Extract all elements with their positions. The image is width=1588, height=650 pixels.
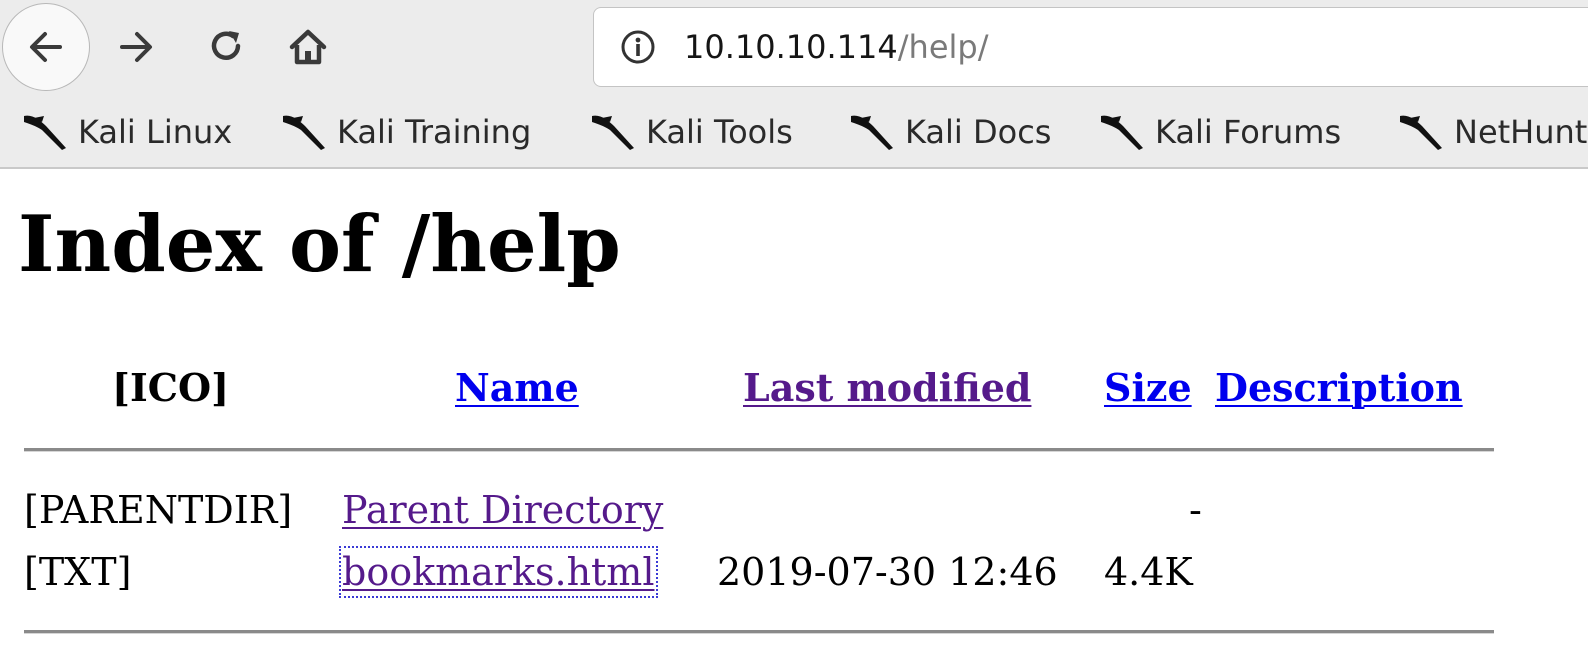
home-icon: [289, 29, 327, 65]
bookmarks-toolbar: Kali Linux Kali Training Kali Tools Kali…: [0, 99, 1588, 169]
bookmark-kali-tools[interactable]: Kali Tools: [590, 99, 793, 165]
column-header-name[interactable]: Name: [455, 365, 579, 411]
bookmark-label: NetHunter: [1454, 113, 1588, 151]
parent-directory-link[interactable]: Parent Directory: [342, 487, 663, 533]
bookmark-label: Kali Linux: [78, 113, 233, 151]
page-content: Index of /help [ICO] Name Last modified …: [0, 169, 1588, 650]
kali-dragon-icon: [851, 115, 893, 150]
column-header-last-modified[interactable]: Last modified: [743, 365, 1031, 411]
forward-button[interactable]: [108, 22, 164, 72]
url-text[interactable]: 10.10.10.114/help/: [684, 8, 988, 86]
bookmark-label: Kali Tools: [646, 113, 793, 151]
browser-window: 10.10.10.114/help/ Kali Linux Kali Train…: [0, 0, 1588, 650]
bookmark-label: Kali Forums: [1155, 113, 1342, 151]
column-header-icon: [ICO]: [112, 365, 230, 410]
bookmark-nethunter[interactable]: NetHunter: [1398, 99, 1588, 165]
bookmark-label: Kali Docs: [905, 113, 1052, 151]
page-title: Index of /help: [18, 199, 621, 290]
bookmark-kali-forums[interactable]: Kali Forums: [1099, 99, 1341, 165]
column-header-description[interactable]: Description: [1215, 365, 1463, 411]
back-button[interactable]: [2, 3, 90, 91]
row-last-modified: 2019-07-30 12:46: [717, 550, 1058, 594]
row-icon-parentdir: [PARENTDIR]: [24, 488, 293, 532]
footer-divider: [24, 630, 1494, 634]
row-size: 4.4K: [1104, 550, 1193, 594]
bookmark-kali-docs[interactable]: Kali Docs: [849, 99, 1051, 165]
arrow-right-icon: [120, 32, 152, 62]
address-bar[interactable]: 10.10.10.114/help/: [593, 7, 1588, 87]
kali-dragon-icon: [283, 115, 325, 150]
kali-dragon-icon: [1400, 115, 1442, 150]
arrow-left-icon: [30, 32, 62, 62]
url-host: 10.10.10.114: [684, 28, 898, 66]
bookmark-kali-training[interactable]: Kali Training: [281, 99, 531, 165]
home-button[interactable]: [280, 20, 336, 74]
bookmarks-file-link[interactable]: bookmarks.html: [339, 546, 658, 598]
reload-button[interactable]: [198, 20, 254, 72]
kali-dragon-icon: [24, 115, 66, 150]
url-path: /help/: [897, 28, 989, 66]
row-icon-txt: [TXT]: [24, 550, 132, 594]
column-header-size[interactable]: Size: [1104, 365, 1192, 411]
header-divider: [24, 448, 1494, 452]
kali-dragon-icon: [1101, 115, 1143, 150]
reload-icon: [211, 31, 241, 60]
bookmark-label: Kali Training: [337, 113, 532, 151]
kali-dragon-icon: [592, 115, 634, 150]
bookmark-kali-linux[interactable]: Kali Linux: [22, 99, 232, 165]
navigation-toolbar: 10.10.10.114/help/: [0, 0, 1588, 99]
row-size-parentdir: -: [1189, 488, 1202, 532]
info-icon[interactable]: [620, 29, 656, 65]
